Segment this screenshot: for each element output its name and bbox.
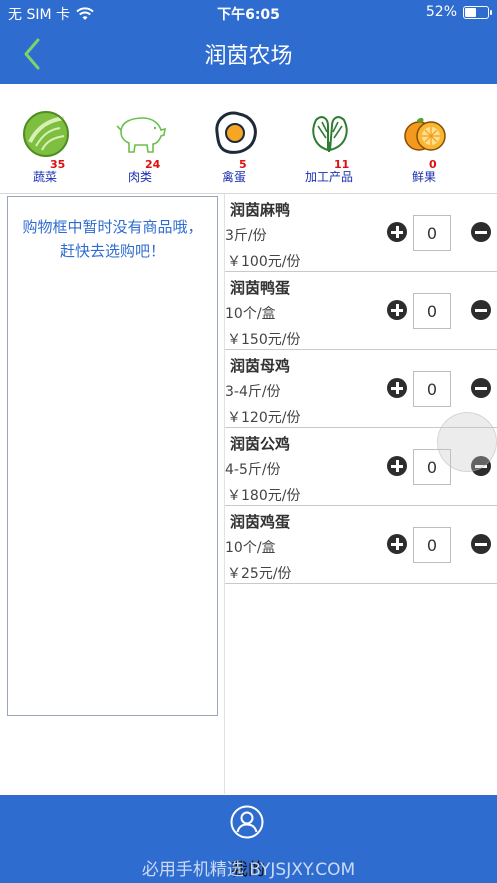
remove-button[interactable] [471, 534, 491, 554]
battery-percent: 52% [425, 4, 457, 20]
product-price: ￥100元/份 [227, 254, 301, 270]
user-circle-icon [230, 805, 264, 839]
quantity-input[interactable] [413, 215, 451, 251]
product-price: ￥150元/份 [227, 332, 301, 348]
add-button[interactable] [387, 378, 407, 398]
status-time: 下午6:05 [217, 7, 280, 23]
product-name: 润茵麻鸭 [230, 201, 291, 219]
orange-icon [404, 117, 446, 151]
shopping-cart-panel: 购物框中暂时没有商品哦，赶快去选购吧！ [7, 196, 218, 716]
product-price: ￥180元/份 [227, 488, 301, 504]
fried-egg-icon [215, 111, 257, 154]
status-right: 52% [425, 4, 492, 20]
product-name: 润茵鸭蛋 [230, 279, 291, 297]
product-item: 润茵麻鸭 3斤/份 ￥100元/份 [225, 194, 497, 272]
category-fruit[interactable]: 0 鲜果 [379, 96, 469, 188]
category-bar: 35 蔬菜 24 肉类 5 禽蛋 11 加工产品 0 鲜果 [0, 96, 497, 192]
product-spec: 10个/盒 [225, 540, 276, 556]
pig-icon [116, 117, 166, 153]
add-button[interactable] [387, 534, 407, 554]
category-label: 鲜果 [411, 170, 436, 184]
product-name: 润茵鸡蛋 [230, 513, 291, 531]
category-processed[interactable]: 11 加工产品 [284, 96, 374, 188]
product-name: 润茵母鸡 [230, 357, 291, 375]
cabbage-icon [23, 111, 69, 157]
product-item: 润茵鸭蛋 10个/盒 ￥150元/份 [225, 272, 497, 350]
remove-button[interactable] [471, 222, 491, 242]
category-eggs[interactable]: 5 禽蛋 [189, 96, 279, 188]
assistive-touch-button[interactable] [437, 412, 497, 472]
product-spec: 3斤/份 [225, 228, 267, 244]
quantity-input[interactable] [413, 527, 451, 563]
status-bar: 无 SIM 卡 下午6:05 52% [0, 0, 497, 26]
watermark-text: 必用手机精选 BYJSJXY.COM [141, 860, 356, 880]
product-name: 润茵公鸡 [230, 435, 291, 453]
battery-icon [463, 5, 492, 19]
category-label: 肉类 [127, 170, 152, 184]
product-spec: 10个/盒 [225, 306, 276, 322]
category-label: 加工产品 [304, 170, 353, 184]
category-vegetables[interactable]: 35 蔬菜 [0, 96, 90, 188]
battery-fill [465, 7, 476, 17]
add-button[interactable] [387, 456, 407, 476]
remove-button[interactable] [471, 300, 491, 320]
product-spec: 4-5斤/份 [225, 462, 281, 478]
product-price: ￥25元/份 [227, 566, 292, 582]
quantity-input[interactable] [413, 371, 451, 407]
remove-button[interactable] [471, 378, 491, 398]
add-button[interactable] [387, 222, 407, 242]
cart-empty-message: 购物框中暂时没有商品哦，赶快去选购吧！ [22, 218, 203, 260]
quantity-input[interactable] [413, 293, 451, 329]
nav-bar: 润茵农场 [0, 26, 497, 84]
app-root: 无 SIM 卡 下午6:05 52% 润茵农场 35 蔬菜 24 肉类 5 禽蛋… [0, 0, 497, 883]
category-label: 禽蛋 [221, 170, 246, 184]
product-spec: 3-4斤/份 [225, 384, 281, 400]
add-button[interactable] [387, 300, 407, 320]
page-title: 润茵农场 [204, 44, 293, 69]
product-item: 润茵鸡蛋 10个/盒 ￥25元/份 [225, 506, 497, 584]
category-label: 蔬菜 [32, 170, 57, 184]
product-list: 润茵麻鸭 3斤/份 ￥100元/份 润茵鸭蛋 10个/盒 ￥150元/份 润茵母… [225, 194, 497, 584]
spinach-icon [312, 116, 348, 152]
category-meat[interactable]: 24 肉类 [95, 96, 185, 188]
product-price: ￥120元/份 [227, 410, 301, 426]
